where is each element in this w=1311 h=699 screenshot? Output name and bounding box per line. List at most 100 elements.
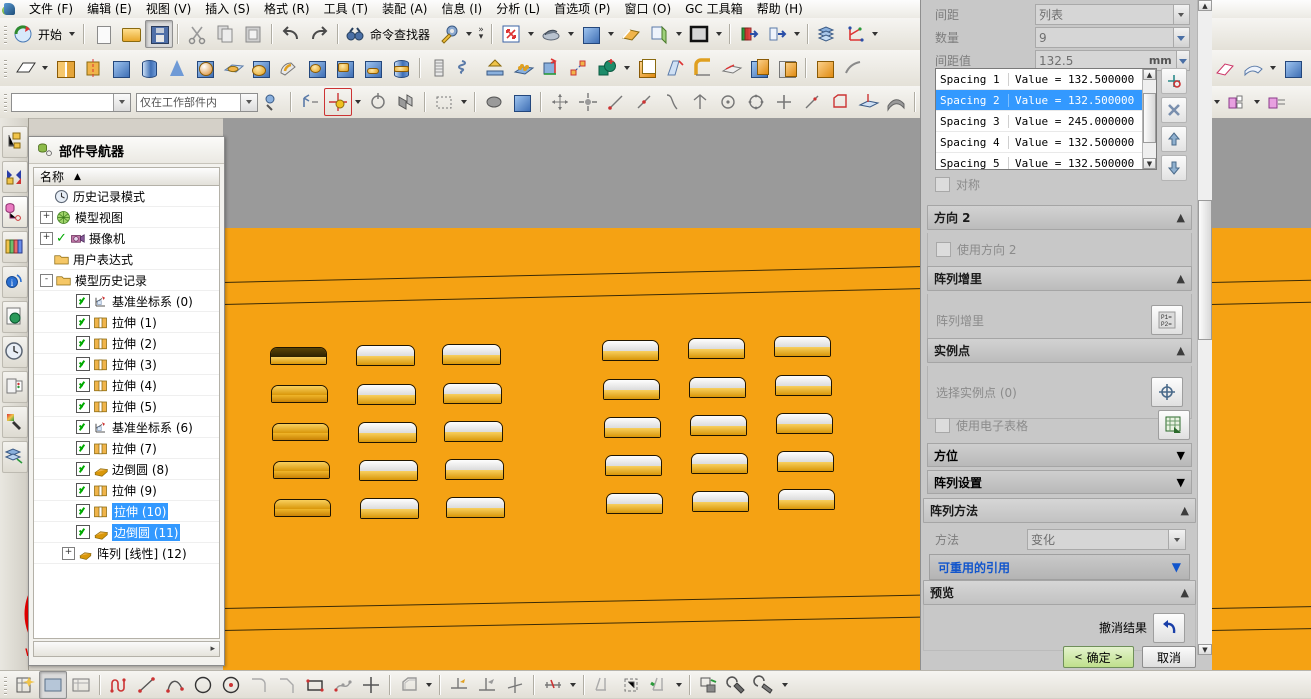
- tree-expander[interactable]: +: [40, 231, 53, 245]
- viewport-right-region[interactable]: [1211, 118, 1311, 670]
- chevron-down-icon[interactable]: [466, 32, 473, 36]
- auto-constrain-button[interactable]: [617, 671, 645, 699]
- preview-header[interactable]: 预览 ▲: [923, 580, 1196, 605]
- graphics-viewport[interactable]: X Z: [223, 118, 920, 670]
- thread-button[interactable]: [425, 54, 453, 82]
- toolbar-grip[interactable]: [2, 23, 9, 45]
- tree-node[interactable]: 拉伸 (10): [34, 501, 219, 522]
- count-input[interactable]: [1036, 29, 1173, 46]
- select-face-button[interactable]: [296, 88, 324, 116]
- feature-checkbox[interactable]: [76, 294, 90, 308]
- snap-plane-button[interactable]: [854, 88, 882, 116]
- boss-button[interactable]: [247, 54, 275, 82]
- feature-checkbox[interactable]: [76, 525, 90, 539]
- fit-view-button[interactable]: [497, 20, 525, 48]
- redo-button[interactable]: [305, 20, 333, 48]
- chevron-down-icon[interactable]: [872, 32, 879, 36]
- spacing-dropdown[interactable]: [1035, 4, 1190, 25]
- reform-button[interactable]: [1263, 88, 1291, 116]
- cylinder-button[interactable]: [135, 54, 163, 82]
- arc-button[interactable]: [161, 671, 189, 699]
- block-button[interactable]: [107, 54, 135, 82]
- unform-button[interactable]: [1223, 88, 1251, 116]
- sort-arrow-icon[interactable]: ▲: [74, 172, 81, 182]
- revolve-button[interactable]: [79, 54, 107, 82]
- paste-button[interactable]: [239, 20, 267, 48]
- tree-node[interactable]: 拉伸 (3): [34, 354, 219, 375]
- chevron-down-icon[interactable]: [1254, 100, 1260, 104]
- clip-plane-button[interactable]: [763, 20, 791, 48]
- sheet-metal-more-button[interactable]: [1279, 54, 1307, 82]
- circle-button[interactable]: [189, 671, 217, 699]
- chevron-down-icon[interactable]: [568, 32, 575, 36]
- chevron-down-icon[interactable]: ▼: [1177, 476, 1185, 489]
- sketch-tools2-button[interactable]: [751, 671, 779, 699]
- finish-sketch-button[interactable]: [11, 671, 39, 699]
- add-spacing-button[interactable]: [1161, 68, 1187, 94]
- pocket-button[interactable]: [331, 54, 359, 82]
- spacing-list[interactable]: Spacing 1 Value = 132.500000 Spacing 2 Valu…: [935, 68, 1157, 170]
- sketch-in-task-button[interactable]: [39, 670, 67, 699]
- cut-button[interactable]: [183, 20, 211, 48]
- snap-intersection-button[interactable]: [686, 88, 714, 116]
- menu-item-insert[interactable]: 插入 (S): [198, 0, 257, 18]
- instance-points-header[interactable]: 实例点 ▲: [927, 338, 1192, 363]
- wireframe-button[interactable]: [645, 20, 673, 48]
- cancel-button[interactable]: 取消: [1141, 646, 1196, 668]
- toolbar-overflow-button[interactable]: » ▾: [475, 26, 487, 42]
- offset-face-button[interactable]: [811, 54, 839, 82]
- select-body-button[interactable]: [364, 88, 392, 116]
- move-up-button[interactable]: [1161, 126, 1187, 152]
- chevron-down-icon[interactable]: [1270, 66, 1276, 70]
- tree-node[interactable]: 历史记录模式: [34, 186, 219, 207]
- tree-expander[interactable]: +: [62, 546, 75, 560]
- snap-point-on-curve-button[interactable]: [798, 88, 826, 116]
- snap-midpoint-button[interactable]: [630, 88, 658, 116]
- chevron-down-icon[interactable]: [1172, 5, 1189, 24]
- pattern-increment-header[interactable]: 阵列增里 ▲: [927, 266, 1192, 291]
- rectangle-select-button[interactable]: [430, 88, 458, 116]
- tree-node[interactable]: 边倒圆 (11): [34, 522, 219, 543]
- menu-item-help[interactable]: 帮助 (H): [750, 0, 810, 18]
- tree-node[interactable]: 拉伸 (9): [34, 480, 219, 501]
- split-body-button[interactable]: [773, 54, 801, 82]
- chevron-down-icon[interactable]: [1214, 100, 1220, 104]
- feature-checkbox[interactable]: [76, 504, 90, 518]
- chevron-down-icon[interactable]: [461, 100, 467, 104]
- tree-node[interactable]: + 阵列 [线性] (12): [34, 543, 219, 564]
- chevron-down-icon[interactable]: [240, 93, 257, 111]
- spring-button[interactable]: [453, 54, 481, 82]
- edge-blend-button[interactable]: [689, 54, 717, 82]
- spacing-list-row[interactable]: Spacing 1 Value = 132.500000: [936, 69, 1143, 90]
- more-features-button[interactable]: [839, 54, 867, 82]
- toolbar-grip[interactable]: [2, 57, 9, 79]
- feature-checkbox[interactable]: [76, 483, 90, 497]
- method-dropdown[interactable]: [1027, 529, 1186, 550]
- chevron-down-icon[interactable]: [355, 100, 361, 104]
- tree-node[interactable]: 边倒圆 (8): [34, 459, 219, 480]
- hole-button[interactable]: [303, 54, 331, 82]
- spacing-list-row[interactable]: Spacing 2 Value = 132.500000: [936, 90, 1143, 111]
- tree-node[interactable]: + ✓ 摄像机: [34, 228, 219, 249]
- symmetric-checkbox[interactable]: [935, 177, 950, 192]
- fillet-button[interactable]: [245, 671, 273, 699]
- spacing-list-row[interactable]: Spacing 5 Value = 132.500000: [936, 153, 1143, 169]
- circle-center-button[interactable]: [217, 671, 245, 699]
- pad-button[interactable]: [219, 54, 247, 82]
- tree-node[interactable]: 拉伸 (5): [34, 396, 219, 417]
- resource-scenes[interactable]: [2, 441, 28, 473]
- trim-body-button[interactable]: [745, 54, 773, 82]
- feature-checkbox[interactable]: [76, 399, 90, 413]
- copy-button[interactable]: [211, 20, 239, 48]
- delete-spacing-button[interactable]: [1161, 97, 1187, 123]
- make-corner-button[interactable]: [501, 671, 529, 699]
- snap-move-button[interactable]: [574, 88, 602, 116]
- resource-browser[interactable]: [2, 301, 28, 333]
- use-direction2-row[interactable]: 使用方向 2: [936, 241, 1183, 258]
- scroll-thumb[interactable]: [1198, 200, 1212, 340]
- spacing-list-row[interactable]: Spacing 3 Value = 245.000000: [936, 111, 1143, 132]
- cone-button[interactable]: [163, 54, 191, 82]
- pattern-feature-button[interactable]: [565, 54, 593, 82]
- sketch-section-button[interactable]: [67, 671, 95, 699]
- chevron-down-icon[interactable]: [426, 682, 432, 687]
